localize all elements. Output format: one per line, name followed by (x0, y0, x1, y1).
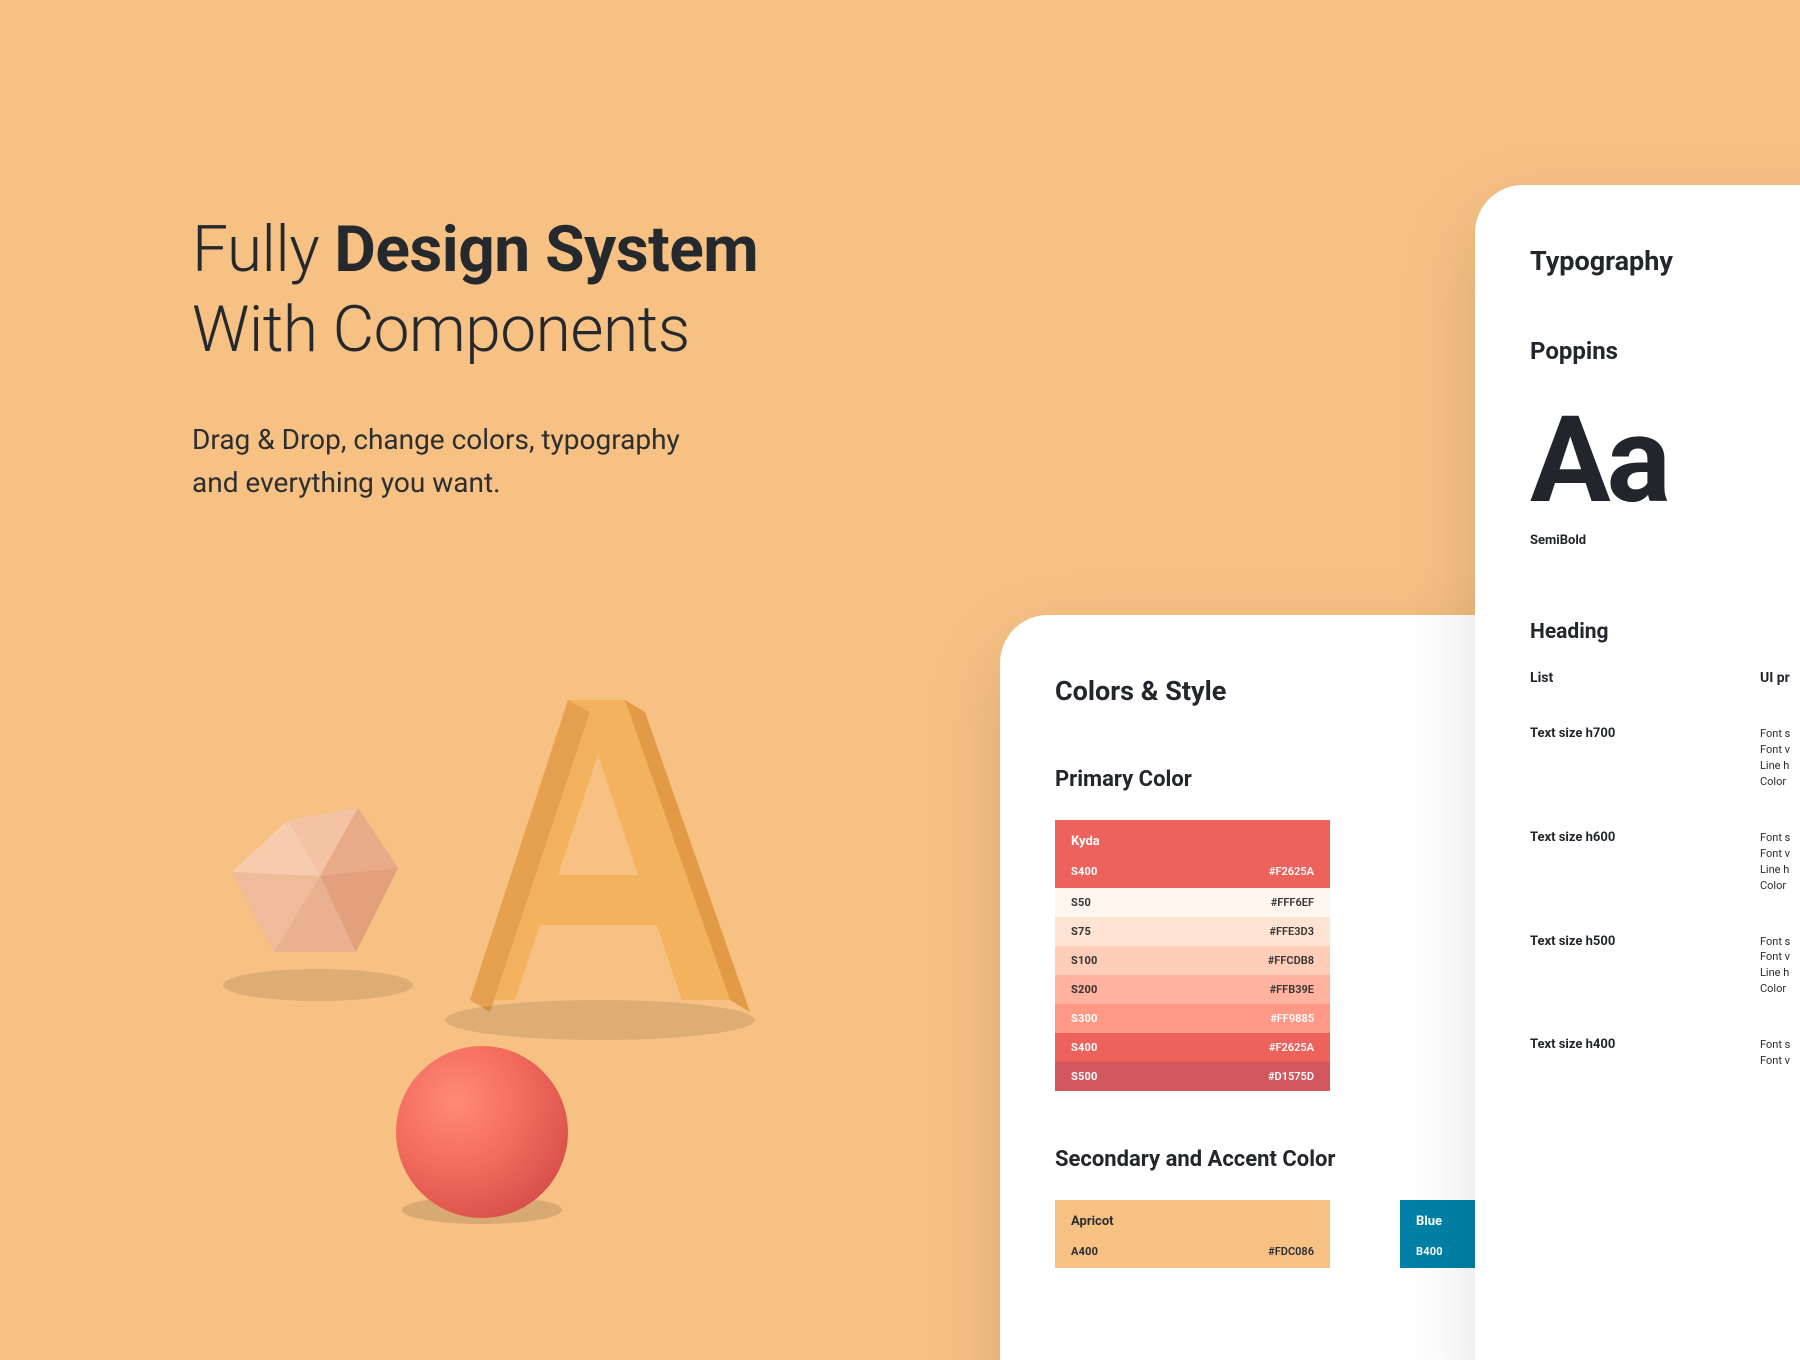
hero-title: Fully Design System With Components (192, 210, 758, 370)
typo-size-label: Text size h600 (1530, 830, 1740, 894)
typography-family: Poppins (1530, 337, 1800, 365)
primary-swatch-group: Kyda S400 #F2625A S50 #FFF6EF S75 #FFE3D3 S10… (1055, 820, 1330, 1091)
typography-weight: SemiBold (1530, 533, 1800, 548)
swatch-hex: #FDC086 (1268, 1245, 1314, 1258)
swatch-token: S400 (1071, 865, 1098, 878)
typography-sample: Aa (1530, 391, 1800, 531)
hero-block: Fully Design System With Components Drag… (192, 210, 758, 505)
primary-swatch-header: Kyda (1055, 820, 1330, 855)
swatch-token: B400 (1416, 1245, 1443, 1258)
swatch-token: A400 (1071, 1245, 1098, 1258)
typo-ui-props: Font s Font v (1760, 1037, 1800, 1069)
swatch-hex: #FFCDB8 (1268, 954, 1314, 967)
sphere-icon (396, 1046, 568, 1224)
swatch-hex: #FFB39E (1270, 983, 1314, 996)
letter-a-3d (445, 700, 755, 1040)
secondary-a-header: Apricot (1055, 1200, 1330, 1235)
swatch-row: S400 #F2625A (1055, 1033, 1330, 1062)
swatch-token: S75 (1071, 925, 1091, 938)
typo-size-label: Text size h700 (1530, 726, 1740, 790)
swatch-hex: #FFE3D3 (1269, 925, 1314, 938)
swatch-hex: #F2625A (1269, 865, 1314, 878)
hero-subtitle: Drag & Drop, change colors, typography a… (192, 418, 758, 505)
typo-col-list: List (1530, 670, 1740, 686)
swatch-row: S50 #FFF6EF (1055, 888, 1330, 917)
typo-col-ui: UI pr (1760, 670, 1800, 686)
swatch-row: S200 #FFB39E (1055, 975, 1330, 1004)
swatch-hex: #F2625A (1269, 1041, 1314, 1054)
primary-swatch-main: S400 #F2625A (1055, 855, 1330, 888)
secondary-a-group: Apricot A400 #FDC086 (1055, 1200, 1330, 1268)
typo-ui-props: Font s Font v Line h Color (1760, 934, 1800, 998)
swatch-hex: #D1575D (1268, 1070, 1314, 1083)
typo-ui-props: Font s Font v Line h Color (1760, 830, 1800, 894)
swatch-token: S300 (1071, 1012, 1098, 1025)
swatch-row: S500 #D1575D (1055, 1062, 1330, 1091)
swatch-hex: #FF9885 (1270, 1012, 1314, 1025)
typography-size-table: List UI pr Text size h700 Font s Font v L… (1530, 670, 1800, 1069)
hero-line2: With Components (192, 292, 690, 367)
icosahedron-icon (223, 808, 413, 1001)
shapes-svg (170, 700, 820, 1250)
swatch-token: S100 (1071, 954, 1098, 967)
swatch-row: S100 #FFCDB8 (1055, 946, 1330, 975)
typo-size-label: Text size h400 (1530, 1037, 1740, 1069)
decorative-shapes (170, 700, 820, 1250)
typography-heading-label: Heading (1530, 620, 1800, 644)
swatch-token: S200 (1071, 983, 1098, 996)
hero-line1-pre: Fully (192, 212, 334, 287)
typo-size-label: Text size h500 (1530, 934, 1740, 998)
swatch-token: S500 (1071, 1070, 1098, 1083)
typography-card: Typography Poppins Aa SemiBold Heading L… (1475, 185, 1800, 1360)
swatch-row: S75 #FFE3D3 (1055, 917, 1330, 946)
swatch-token: S50 (1071, 896, 1091, 909)
hero-line1-bold: Design System (334, 212, 758, 287)
swatch-hex: #FFF6EF (1271, 896, 1314, 909)
secondary-a-main: A400 #FDC086 (1055, 1235, 1330, 1268)
typo-ui-props: Font s Font v Line h Color (1760, 726, 1800, 790)
swatch-row: S300 #FF9885 (1055, 1004, 1330, 1033)
typography-card-title: Typography (1530, 245, 1800, 277)
primary-name: Kyda (1071, 834, 1100, 849)
swatch-token: S400 (1071, 1041, 1098, 1054)
